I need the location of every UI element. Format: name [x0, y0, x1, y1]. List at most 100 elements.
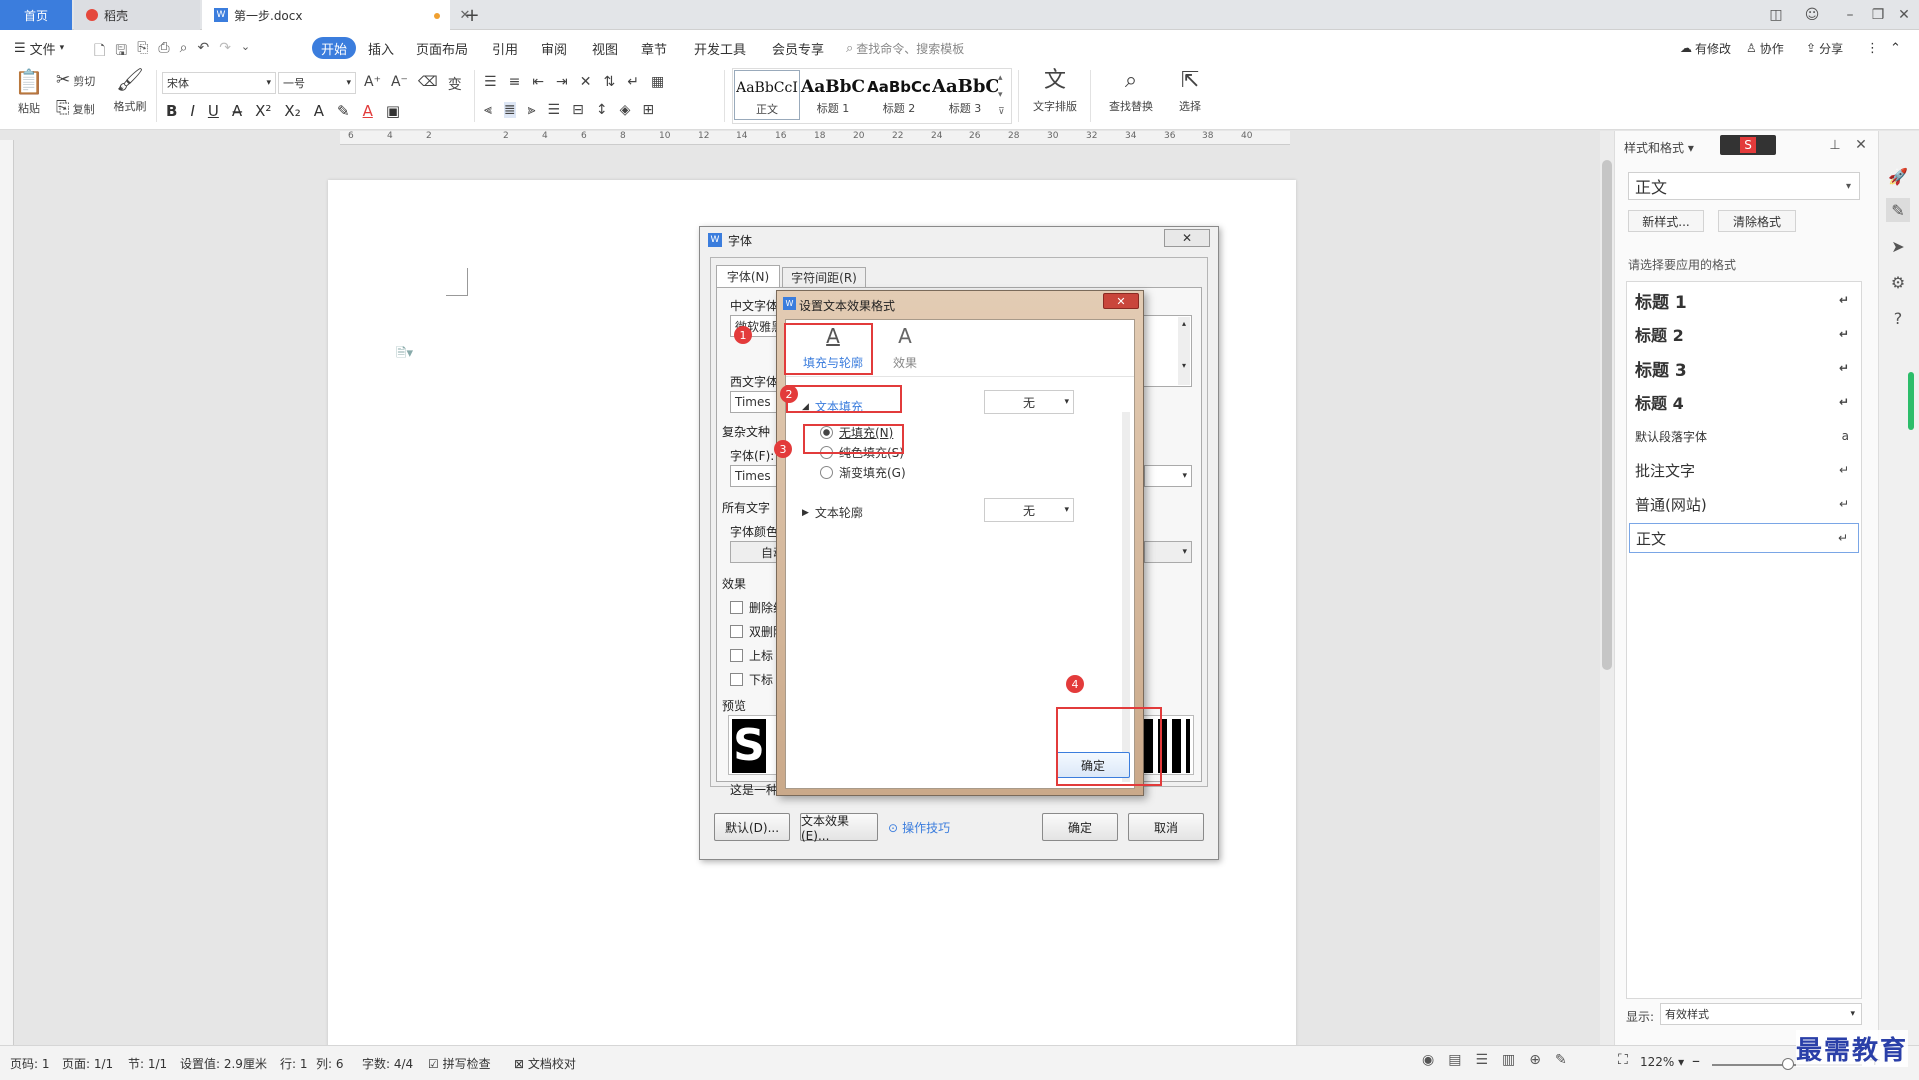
reading-view-icon[interactable]: ▥	[1502, 1052, 1515, 1068]
show-marks-icon[interactable]: ↵	[627, 74, 639, 90]
checkbox[interactable]	[730, 601, 743, 614]
menu-developer[interactable]: 开发工具	[694, 37, 746, 59]
pin-icon[interactable]: ⊥	[1826, 136, 1844, 154]
search-command[interactable]: ⌕ 查找命令、搜索模板	[846, 37, 964, 59]
align-right-icon[interactable]: ⫸	[528, 102, 536, 118]
style-heading-1[interactable]: AaBbC 标题 1	[800, 70, 866, 120]
print-icon[interactable]: ⎙	[158, 40, 169, 64]
italic-icon[interactable]: I	[190, 102, 194, 120]
checkbox[interactable]	[730, 625, 743, 638]
style-item-heading-4[interactable]: 标题 4 ↵	[1629, 387, 1859, 417]
pane-header[interactable]: 样式和格式 ▾	[1624, 139, 1694, 156]
style-heading-2[interactable]: AaBbCc 标题 2	[866, 70, 932, 120]
bold-icon[interactable]: B	[166, 102, 177, 120]
text-effect-button[interactable]: 文本效果(E)...	[800, 813, 878, 843]
more-menu-icon[interactable]: ⋮	[1866, 37, 1879, 59]
line-spacing-icon[interactable]: ↕	[596, 102, 608, 118]
cut-button[interactable]: ✂ 剪切	[56, 72, 95, 89]
avatar[interactable]: ☺	[1798, 4, 1826, 26]
style-normal[interactable]: AaBbCcI 正文	[734, 70, 800, 120]
distribute-icon[interactable]: ⊟	[572, 102, 584, 118]
outdent-icon[interactable]: ⇤	[532, 74, 544, 90]
text-fill-select[interactable]: 无 ▾	[984, 390, 1074, 414]
current-style-select[interactable]: 正文 ▾	[1628, 172, 1860, 200]
scroll-thumb[interactable]	[1602, 160, 1612, 670]
highlight-icon[interactable]: ✎	[337, 102, 350, 120]
modify-button[interactable]: ☁ 有修改	[1680, 37, 1731, 59]
font-name-select[interactable]: 宋体 ▾	[162, 72, 276, 94]
fit-page-icon[interactable]: ⛶	[1618, 1052, 1628, 1068]
rocket-icon[interactable]: 🚀	[1886, 164, 1910, 188]
tips-link[interactable]: ⊙ 操作技巧	[888, 819, 950, 836]
status-words[interactable]: 字数: 4/4	[362, 1055, 413, 1072]
shrink-font-icon[interactable]: A⁻	[391, 74, 408, 94]
text-layout-button[interactable]: 文文字排版	[1026, 70, 1084, 114]
select-button[interactable]: ⇱ 选择	[1168, 70, 1212, 114]
preview-icon[interactable]: ⌕	[180, 40, 188, 64]
redo-icon[interactable]: ↷	[219, 40, 231, 64]
text-effect-icon[interactable]: A	[314, 102, 324, 120]
eye-icon[interactable]: ◉	[1422, 1052, 1434, 1068]
style-item-heading-1[interactable]: 标题 1 ↵	[1629, 285, 1859, 315]
font-dialog-close-button[interactable]: ✕	[1164, 229, 1210, 247]
close-window-icon[interactable]: ✕	[1890, 4, 1918, 26]
pointer-icon[interactable]: ➤	[1886, 234, 1910, 258]
minimize-icon[interactable]: –	[1836, 4, 1864, 26]
effect-subscript[interactable]: 下标	[730, 671, 781, 688]
style-gallery-scroll[interactable]: ▴ ▾ ⊽	[998, 70, 1005, 121]
zoom-slider-knob[interactable]	[1782, 1058, 1794, 1070]
style-item-heading-2[interactable]: 标题 2 ↵	[1629, 319, 1859, 349]
option-gradient-fill[interactable]: 渐变填充(G)	[820, 464, 906, 481]
format-painter-button[interactable]: 🖌 格式刷	[110, 70, 150, 114]
font-ok-button[interactable]: 确定	[1042, 813, 1118, 841]
menu-review[interactable]: 审阅	[541, 37, 567, 59]
effect-double-strike[interactable]: 双删除线	[730, 623, 781, 640]
clear-format-button[interactable]: 清除格式	[1718, 210, 1796, 232]
justify-icon[interactable]: ☰	[548, 102, 561, 118]
text-effect-close-button[interactable]: ✕	[1103, 293, 1139, 309]
pinyin-icon[interactable]: 变	[448, 74, 462, 94]
tab-daoke[interactable]: 稻壳	[74, 0, 200, 30]
add-tab-icon[interactable]: +	[462, 4, 482, 26]
font-size-select[interactable]: 一号 ▾	[278, 72, 356, 94]
paste-button[interactable]: 📋 粘贴	[12, 70, 46, 116]
bullet-list-icon[interactable]: ☰	[484, 74, 497, 90]
checkbox[interactable]	[730, 649, 743, 662]
collapse-ribbon-icon[interactable]: ⌃	[1890, 37, 1901, 59]
size-listbox-scroll[interactable]: ▴ ▾	[1178, 317, 1190, 385]
menu-start[interactable]: 开始	[312, 37, 357, 59]
collab-button[interactable]: ♙ 协作	[1746, 37, 1784, 59]
doc-floating-icon[interactable]: 🗎▾	[396, 344, 413, 366]
align-center-icon[interactable]: ≣	[503, 102, 516, 118]
strikethrough-icon[interactable]: A̶	[232, 102, 242, 120]
style-item-comment[interactable]: 批注文字 ↵	[1629, 455, 1859, 485]
copy-button[interactable]: ⎘ 复制	[56, 100, 95, 117]
align-left-icon[interactable]: ⫷	[484, 102, 492, 118]
effect-strike[interactable]: 删除线	[730, 599, 781, 616]
zoom-out-icon[interactable]: –	[1692, 1051, 1700, 1070]
style-item-web[interactable]: 普通(网站) ↵	[1629, 489, 1859, 519]
more-icon[interactable]: ⌄	[241, 40, 250, 64]
layout-icon[interactable]: ◫	[1762, 4, 1790, 26]
show-select[interactable]: 有效样式 ▾	[1660, 1003, 1862, 1025]
default-button[interactable]: 默认(D)...	[714, 813, 790, 841]
radio[interactable]	[820, 466, 833, 479]
border-icon[interactable]: ⊞	[642, 102, 654, 118]
style-item-default-font[interactable]: 默认段落字体 a	[1629, 421, 1859, 451]
sort-icon[interactable]: ⇅	[604, 74, 616, 90]
menu-view[interactable]: 视图	[592, 37, 618, 59]
side-scroll-indicator[interactable]	[1908, 372, 1914, 430]
share-button[interactable]: ⇪ 分享	[1806, 37, 1843, 59]
page-view-icon[interactable]: ▤	[1448, 1052, 1461, 1068]
help-icon[interactable]: ?	[1886, 306, 1910, 330]
complex-size-select[interactable]: ▾	[1144, 465, 1192, 487]
pen-icon[interactable]: ✎	[1886, 198, 1910, 222]
tab-effects[interactable]: A 效果	[880, 324, 930, 372]
undo-icon[interactable]: ↶	[197, 40, 209, 64]
restore-icon[interactable]: ❐	[1864, 4, 1892, 26]
web-view-icon[interactable]: ⊕	[1529, 1052, 1541, 1068]
underline-icon[interactable]: U	[208, 102, 219, 120]
find-replace-button[interactable]: ⌕ 查找替换	[1100, 70, 1162, 114]
style-heading-3[interactable]: AaBbC 标题 3	[932, 70, 998, 120]
text-outline-select[interactable]: 无 ▾	[984, 498, 1074, 522]
